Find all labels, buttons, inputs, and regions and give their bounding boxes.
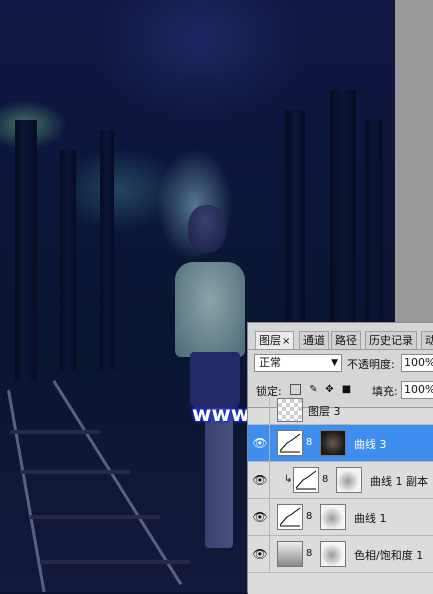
rail-track <box>52 380 183 586</box>
rail-sleeper <box>20 470 130 474</box>
tab-label: 动 <box>425 334 433 347</box>
tab-layers[interactable]: 图层× <box>255 331 295 349</box>
tree-trunk <box>365 120 383 350</box>
blend-mode-value: 正常 <box>259 356 281 369</box>
tab-history[interactable]: 历史记录 <box>365 331 417 349</box>
layer-row[interactable]: 👁 8 曲线 3 <box>248 425 433 462</box>
layer-mask-thumbnail[interactable] <box>336 467 362 493</box>
rail-sleeper <box>30 515 160 519</box>
layer-name: 色相/饱和度 1 <box>354 549 424 562</box>
lock-icon[interactable]: ■ <box>341 384 352 395</box>
layer-name: 曲线 1 <box>354 512 387 525</box>
opacity-label: 不透明度: <box>347 358 395 371</box>
tree-trunk <box>285 110 305 340</box>
woman-blouse <box>175 262 245 357</box>
layer-name: 曲线 3 <box>354 438 387 451</box>
fill-label: 填充: <box>372 385 398 398</box>
visibility-toggle[interactable]: 👁 <box>248 499 270 535</box>
curves-adjustment-icon <box>293 467 319 493</box>
tab-actions[interactable]: 动 <box>421 331 433 349</box>
visibility-toggle[interactable]: 👁 <box>248 425 270 461</box>
eye-icon: 👁 <box>252 473 268 487</box>
lock-label: 锁定: <box>256 385 282 398</box>
link-icon[interactable]: 8 <box>322 474 328 485</box>
tab-paths[interactable]: 路径 <box>331 331 361 349</box>
tab-label: 通道 <box>303 334 325 347</box>
link-icon[interactable]: 8 <box>306 548 312 559</box>
close-icon[interactable]: × <box>282 336 290 347</box>
chevron-down-icon: ▼ <box>331 358 338 368</box>
eye-icon: 👁 <box>252 436 268 450</box>
tab-label: 路径 <box>335 334 357 347</box>
woman-legs <box>205 408 233 548</box>
tab-label: 图层 <box>259 334 281 347</box>
curves-adjustment-icon <box>277 430 303 456</box>
blend-mode-select[interactable]: 正常 ▼ <box>254 354 342 372</box>
brush-icon[interactable]: ✎ <box>308 384 319 395</box>
tab-channels[interactable]: 通道 <box>299 331 329 349</box>
link-icon[interactable]: 8 <box>306 437 312 448</box>
layer-row[interactable]: 👁 8 色相/饱和度 1 <box>248 536 433 573</box>
move-icon[interactable]: ✥ <box>324 384 335 395</box>
clipping-mask-icon: ↳ <box>284 474 293 485</box>
opacity-input[interactable]: 100% <box>401 354 433 372</box>
layer-mask-thumbnail[interactable] <box>320 504 346 530</box>
tree-trunk <box>330 90 356 350</box>
visibility-toggle[interactable]: 👁 <box>248 536 270 572</box>
layer-row[interactable]: 图层 3 <box>248 398 433 425</box>
eye-icon: 👁 <box>252 547 268 561</box>
tree-trunk <box>60 150 76 370</box>
tab-label: 历史记录 <box>369 334 413 347</box>
woman-head <box>188 205 226 253</box>
layer-mask-thumbnail[interactable] <box>320 541 346 567</box>
tree-trunk <box>100 130 114 370</box>
blend-row: 正常 ▼ 不透明度: 100% <box>248 354 433 374</box>
fill-input[interactable]: 100% <box>401 381 433 399</box>
layer-thumbnail <box>277 398 303 422</box>
visibility-toggle[interactable]: 👁 <box>248 462 270 498</box>
link-icon[interactable]: 8 <box>306 511 312 522</box>
layers-list: 图层 3 👁 8 曲线 3 👁 ↳ 8 曲线 1 副本 👁 8 曲线 1 👁 8… <box>248 398 433 594</box>
rail-sleeper <box>40 560 190 564</box>
lock-transparent-icon[interactable] <box>290 384 301 395</box>
rail-sleeper <box>10 430 100 434</box>
tree-trunk <box>15 120 37 380</box>
curves-adjustment-icon <box>277 504 303 530</box>
visibility-toggle[interactable] <box>248 398 270 424</box>
panel-tab-bar: 图层× 通道 路径 历史记录 动 <box>248 329 433 350</box>
workspace-background <box>395 0 433 322</box>
hue-saturation-adjustment-icon <box>277 541 303 567</box>
layer-row[interactable]: 👁 8 曲线 1 <box>248 499 433 536</box>
layer-name: 曲线 1 副本 <box>370 475 428 488</box>
layers-panel: 图层× 通道 路径 历史记录 动 正常 ▼ 不透明度: 100% 锁定: ✎ ✥… <box>247 322 433 594</box>
eye-icon: 👁 <box>252 510 268 524</box>
layer-mask-thumbnail[interactable] <box>320 430 346 456</box>
layer-row[interactable]: 👁 ↳ 8 曲线 1 副本 <box>248 462 433 499</box>
layer-name: 图层 3 <box>308 405 341 418</box>
